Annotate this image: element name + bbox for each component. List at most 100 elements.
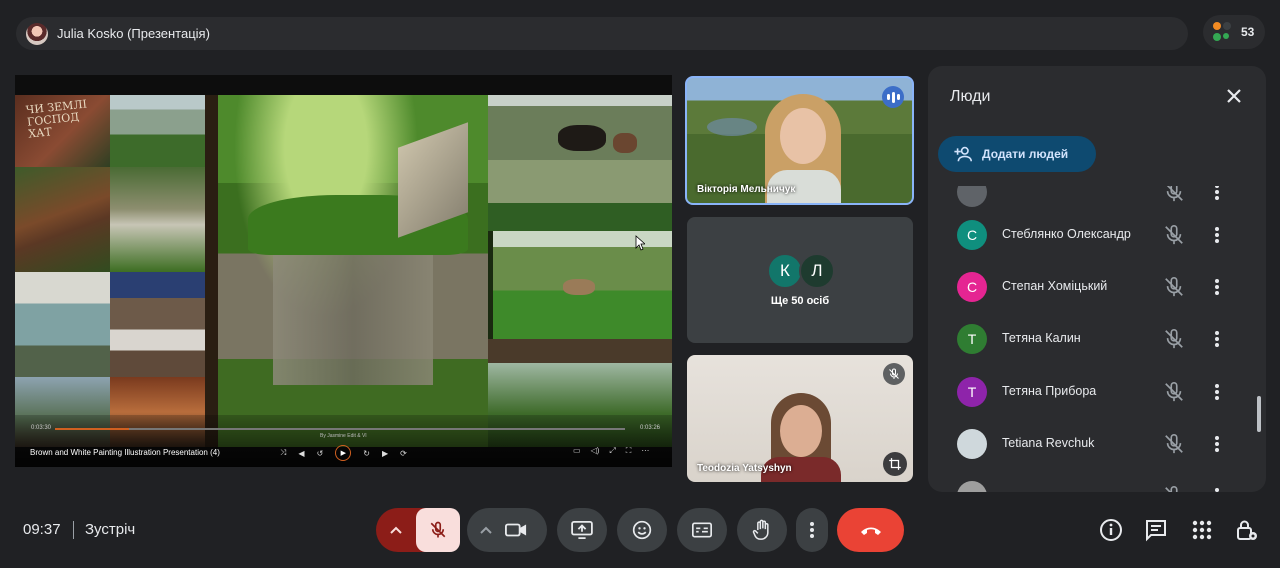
speaker-face — [780, 108, 826, 164]
crop-icon[interactable] — [883, 452, 907, 476]
others-count-label: Ще 50 осіб — [770, 295, 830, 307]
participant-count: 53 — [1241, 25, 1255, 39]
mic-off-icon[interactable] — [1163, 276, 1185, 298]
more-vert-icon[interactable] — [1213, 382, 1221, 402]
add-people-button[interactable]: Додати людей — [938, 136, 1096, 172]
person-name: Степан Хоміцький — [1002, 279, 1108, 293]
mic-options-chevron-icon[interactable] — [376, 508, 416, 552]
more-vert-icon[interactable] — [1213, 329, 1221, 349]
time-elapsed: 0:03:30 — [31, 425, 52, 431]
people-list-item[interactable]: Tetiana Revchuk — [928, 418, 1246, 470]
avatar: Т — [957, 324, 987, 354]
time-total: 0:03:26 — [640, 425, 661, 431]
camera-control-group — [467, 508, 547, 552]
subtitles-icon[interactable]: ▭ — [573, 446, 581, 456]
people-list-item[interactable]: Т Тетяна Калин — [928, 313, 1246, 365]
avatar: С — [957, 220, 987, 250]
mic-off-icon — [883, 363, 905, 385]
reactions-button[interactable] — [617, 508, 667, 552]
others-avatars: К Л — [767, 253, 835, 289]
scrollbar[interactable] — [1257, 396, 1261, 432]
slide-photo-strip — [488, 203, 672, 231]
avatar — [957, 186, 987, 207]
participants-chip[interactable]: 53 — [1203, 15, 1265, 49]
presentation-banner[interactable]: Julia Kosko (Презентація) — [16, 17, 1188, 50]
avatar — [957, 429, 987, 459]
slide-photo-abandoned-house — [218, 95, 488, 447]
leave-call-button[interactable] — [837, 508, 904, 552]
volume-icon[interactable]: ◁) — [591, 446, 600, 456]
slide-photo-moose — [488, 95, 672, 203]
people-list-item[interactable] — [928, 470, 1246, 492]
slide-photo-boat — [110, 272, 205, 377]
more-options-button[interactable] — [796, 508, 828, 552]
person-name: Tetiana Revchuk — [1002, 436, 1095, 450]
chat-icon[interactable] — [1144, 518, 1168, 542]
progress-fill — [55, 428, 130, 430]
participant-name: Teodozia Yatsyshyn — [697, 463, 792, 474]
mic-off-icon[interactable] — [1163, 381, 1185, 403]
captions-button[interactable] — [677, 508, 727, 552]
person-name: Стеблянко Олександр — [1002, 227, 1131, 241]
expand-icon[interactable]: ⤢ — [609, 446, 615, 456]
forward-icon[interactable]: ↻ — [363, 449, 370, 458]
mic-off-button[interactable] — [416, 508, 460, 552]
meeting-name: Зустріч — [85, 521, 136, 538]
more-vert-icon — [810, 522, 814, 538]
participant-tile-teodozia[interactable]: Teodozia Yatsyshyn — [687, 355, 913, 482]
mic-off-icon[interactable] — [1163, 485, 1185, 492]
shared-presentation[interactable]: ЧИ ЗЕМЛІ ГОСПОД ХАТ 0:03:30 0:03:26 By J… — [15, 75, 672, 467]
more-vert-icon[interactable] — [1213, 486, 1221, 492]
raise-hand-button[interactable] — [737, 508, 787, 552]
present-screen-button[interactable] — [557, 508, 607, 552]
people-panel: Люди Додати людей С Стеблянко Олександр С С… — [928, 66, 1266, 492]
next-icon[interactable]: ▶ — [382, 449, 388, 458]
repeat-icon[interactable]: ⟳ — [400, 449, 407, 458]
player-extra-controls: ▭ ◁) ⤢ ⛶ ⋯ — [573, 446, 649, 456]
mic-off-icon[interactable] — [1163, 433, 1185, 455]
fullscreen-icon[interactable]: ⛶ — [626, 446, 632, 456]
participant-face — [780, 405, 822, 457]
video-title: Brown and White Painting Illustration Pr… — [30, 448, 220, 457]
mic-off-icon[interactable] — [1163, 186, 1185, 203]
video-player-bar: 0:03:30 0:03:26 By Jasmine Edit & VI Bro… — [15, 415, 672, 467]
avatar — [957, 481, 987, 492]
people-list-item[interactable]: С Стеблянко Олександр — [928, 209, 1246, 261]
progress-bar[interactable] — [55, 428, 625, 430]
people-list-item[interactable]: С Степан Хоміцький — [928, 261, 1246, 313]
participant-tile-speaker[interactable]: Вікторія Мельничук — [685, 76, 914, 205]
more-vert-icon[interactable] — [1213, 186, 1221, 202]
more-vert-icon[interactable] — [1213, 277, 1221, 297]
meeting-info-icon[interactable] — [1099, 518, 1123, 542]
more-vert-icon[interactable] — [1213, 434, 1221, 454]
emoji-icon — [632, 520, 652, 540]
hang-up-icon — [860, 527, 881, 535]
people-list[interactable]: С Стеблянко Олександр С Степан Хоміцький Т Те… — [928, 186, 1266, 492]
host-controls-lock-icon[interactable] — [1235, 518, 1259, 542]
participant-tile-others[interactable]: К Л Ще 50 осіб — [687, 217, 913, 343]
more-vert-icon[interactable] — [1213, 225, 1221, 245]
close-icon[interactable] — [1224, 86, 1244, 106]
mic-off-icon[interactable] — [1163, 328, 1185, 350]
participant-name: Вікторія Мельничук — [697, 184, 796, 195]
slide-photo-rusty-machine — [15, 167, 110, 272]
add-people-label: Додати людей — [982, 147, 1069, 161]
more-icon[interactable]: ⋯ — [641, 446, 649, 456]
panel-title: Люди — [950, 88, 991, 105]
camera-options-chevron-icon[interactable] — [467, 508, 505, 552]
camera-icon[interactable] — [505, 522, 527, 538]
activities-icon[interactable] — [1190, 518, 1214, 542]
slide-photo-deer — [493, 231, 672, 339]
shuffle-icon[interactable]: ⤨ — [280, 448, 286, 458]
presentation-slide: ЧИ ЗЕМЛІ ГОСПОД ХАТ — [15, 95, 672, 447]
mic-control-group — [376, 508, 460, 552]
mic-off-icon[interactable] — [1163, 224, 1185, 246]
meeting-clock: 09:37 — [23, 521, 61, 538]
play-icon[interactable]: ▶ — [335, 445, 352, 461]
slide-divider — [205, 95, 218, 447]
rewind-icon[interactable]: ↺ — [317, 449, 324, 458]
people-list-item[interactable]: Т Тетяна Прибора — [928, 366, 1246, 418]
overlay-label: By Jasmine Edit & VI — [320, 433, 367, 439]
presenter-title: Julia Kosko (Презентація) — [57, 26, 210, 41]
previous-icon[interactable]: ◀ — [298, 449, 304, 458]
